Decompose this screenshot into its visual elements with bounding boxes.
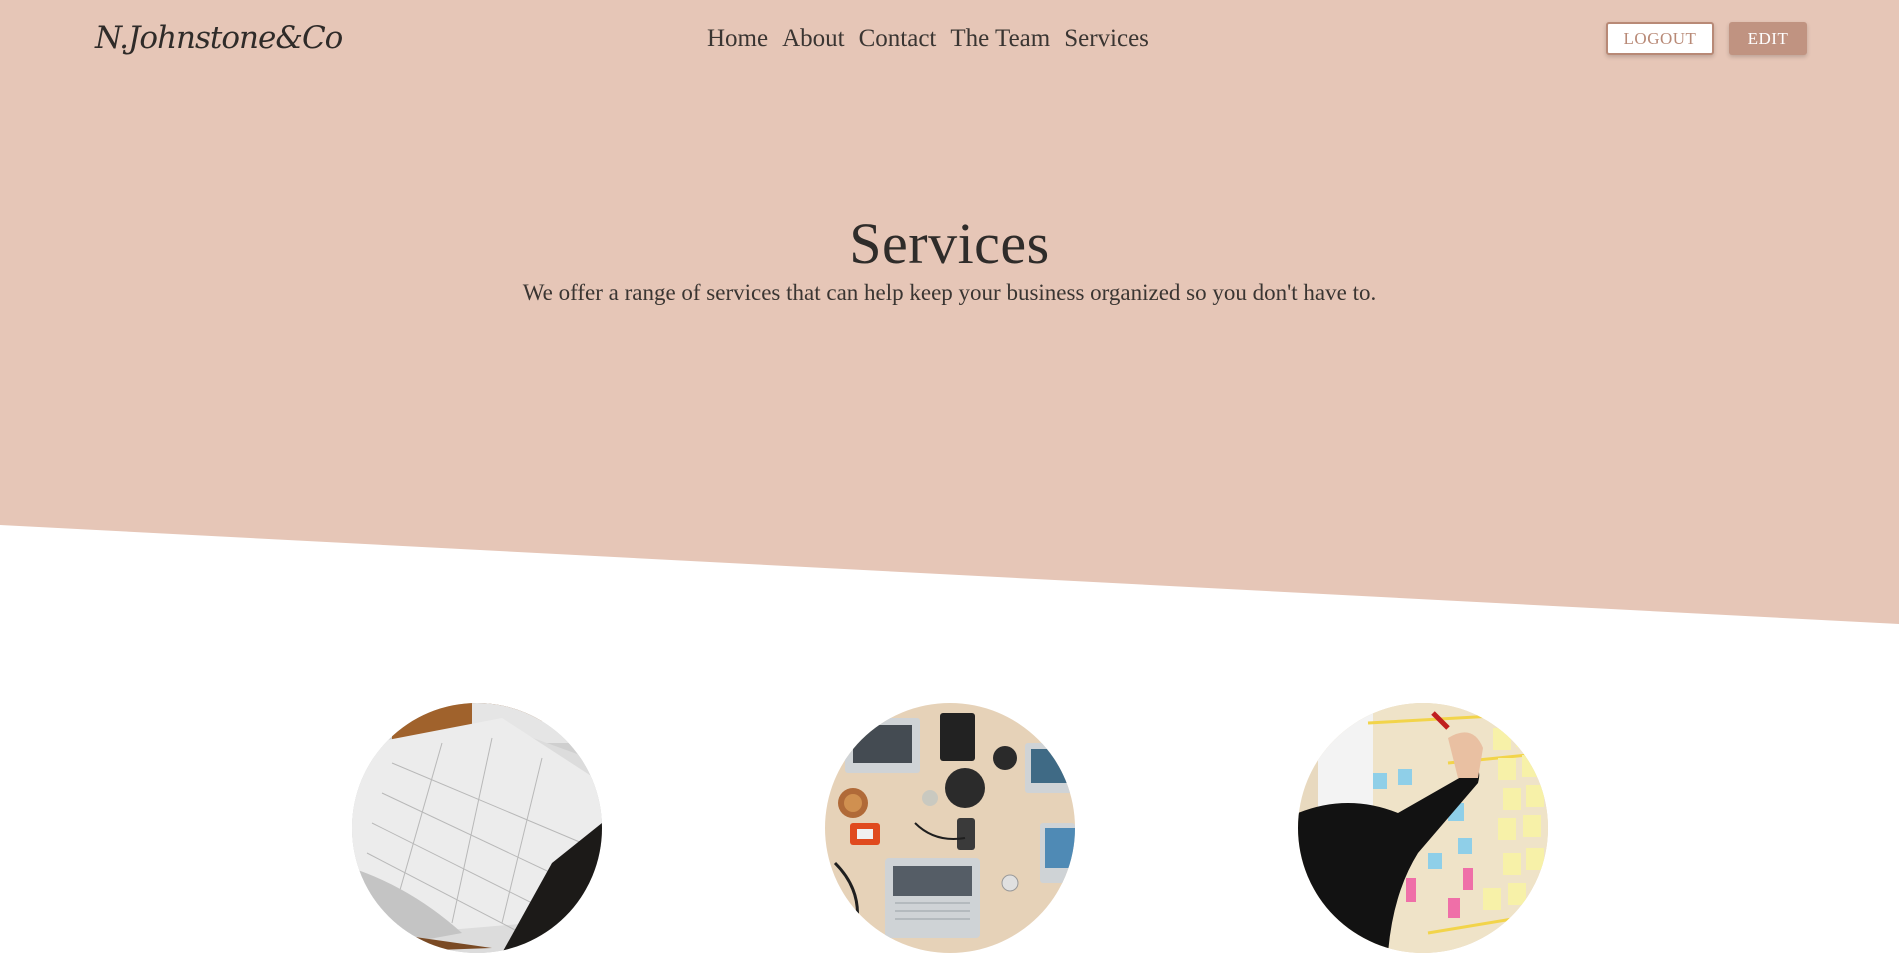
- page-title: Services: [849, 211, 1050, 276]
- nav-link-contact[interactable]: Contact: [859, 25, 937, 53]
- nav-link-about[interactable]: About: [782, 25, 845, 53]
- service-image-planner: [352, 703, 602, 953]
- logout-button[interactable]: LOGOUT: [1606, 22, 1714, 55]
- page-subtitle: We offer a range of services that can he…: [522, 280, 1377, 305]
- nav-link-the-team[interactable]: The Team: [950, 25, 1050, 53]
- service-image-sticky-notes: [1298, 703, 1548, 953]
- service-image-team-desk: [825, 703, 1075, 953]
- site-logo[interactable]: N.Johnstone&Co: [95, 20, 343, 56]
- nav-link-services[interactable]: Services: [1064, 25, 1149, 53]
- navbar: N.Johnstone&Co Home About Contact The Te…: [0, 0, 1899, 80]
- nav-link-home[interactable]: Home: [707, 25, 768, 53]
- main-nav: Home About Contact The Team Services: [707, 25, 1149, 53]
- edit-button[interactable]: EDIT: [1729, 22, 1807, 55]
- hero-background: [0, 0, 1899, 624]
